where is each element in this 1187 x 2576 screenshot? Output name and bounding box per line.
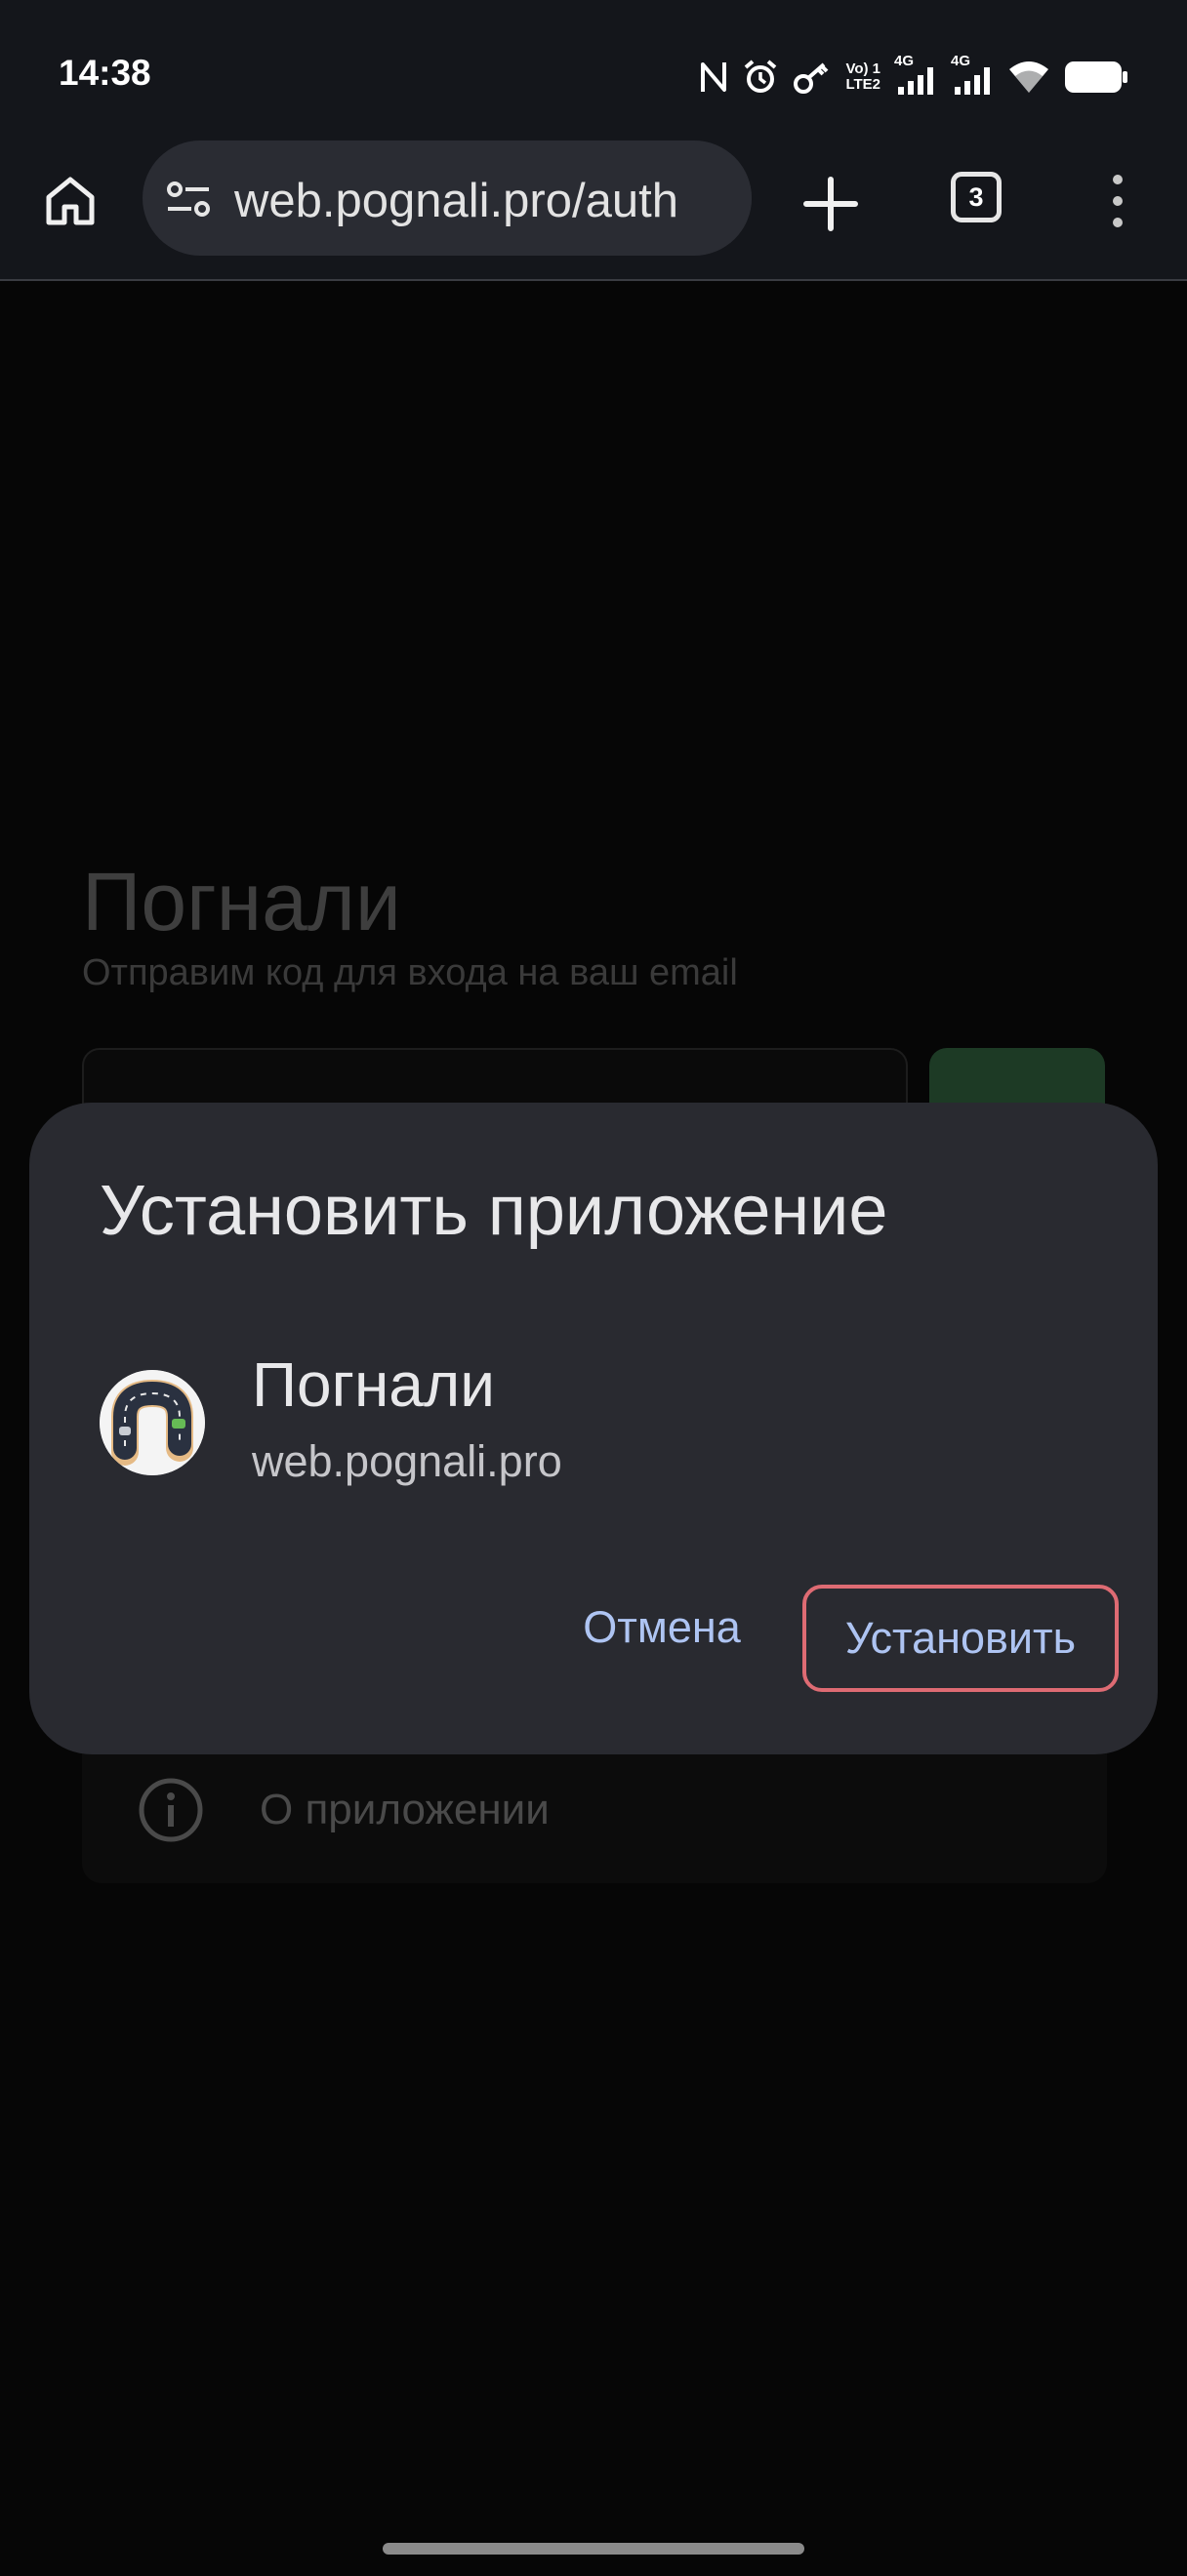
plus-icon[interactable] xyxy=(797,170,865,238)
home-icon xyxy=(46,177,95,225)
page-subtitle: Отправим код для входа на ваш email xyxy=(82,952,738,993)
app-url: web.pognali.pro xyxy=(252,1436,562,1486)
url-text[interactable]: web.pognali.pro/auth xyxy=(234,174,678,228)
url-bar[interactable]: web.pognali.pro/auth xyxy=(143,141,752,256)
alarm-icon xyxy=(745,60,777,93)
about-app-label: О приложении xyxy=(260,1786,550,1833)
wifi-icon xyxy=(1009,61,1048,93)
status-bar: 14:38 Vo) 1 LTE2 4G 4G xyxy=(0,0,1187,137)
status-icons: Vo) 1 LTE2 4G 4G xyxy=(699,54,1128,100)
nfc-icon xyxy=(701,62,727,92)
screen: 14:38 Vo) 1 LTE2 4G 4G web.pognali.pro/a… xyxy=(0,0,1187,2576)
battery-icon xyxy=(1065,61,1127,93)
install-button[interactable]: Установить xyxy=(802,1585,1119,1692)
page-title: Погнали xyxy=(82,856,401,947)
tab-switcher-button[interactable]: 3 xyxy=(951,172,1002,222)
install-app-dialog: Установить приложение Погнали web.pognal… xyxy=(29,1103,1158,1754)
browser-toolbar: web.pognali.pro/auth 3 xyxy=(0,137,1187,281)
url-fade xyxy=(683,141,752,256)
cancel-button[interactable]: Отмена xyxy=(539,1577,785,1678)
dialog-title: Установить приложение xyxy=(100,1172,888,1250)
volte-icon: Vo) 1 LTE2 xyxy=(845,60,880,93)
about-app-item[interactable]: О приложении xyxy=(137,1776,550,1844)
site-settings-icon[interactable] xyxy=(166,180,211,219)
road-logo-icon xyxy=(100,1370,205,1475)
more-vert-icon[interactable] xyxy=(1103,172,1132,230)
signal-4g-sim1-icon: 4G xyxy=(894,54,937,97)
info-icon xyxy=(139,1778,203,1842)
status-time: 14:38 xyxy=(59,53,151,93)
gesture-bar[interactable] xyxy=(383,2543,804,2555)
app-logo xyxy=(100,1370,205,1475)
app-name: Погнали xyxy=(252,1349,495,1420)
vpn-key-icon xyxy=(794,62,829,94)
home-button[interactable] xyxy=(35,166,105,236)
signal-4g-sim2-icon: 4G xyxy=(951,54,994,97)
